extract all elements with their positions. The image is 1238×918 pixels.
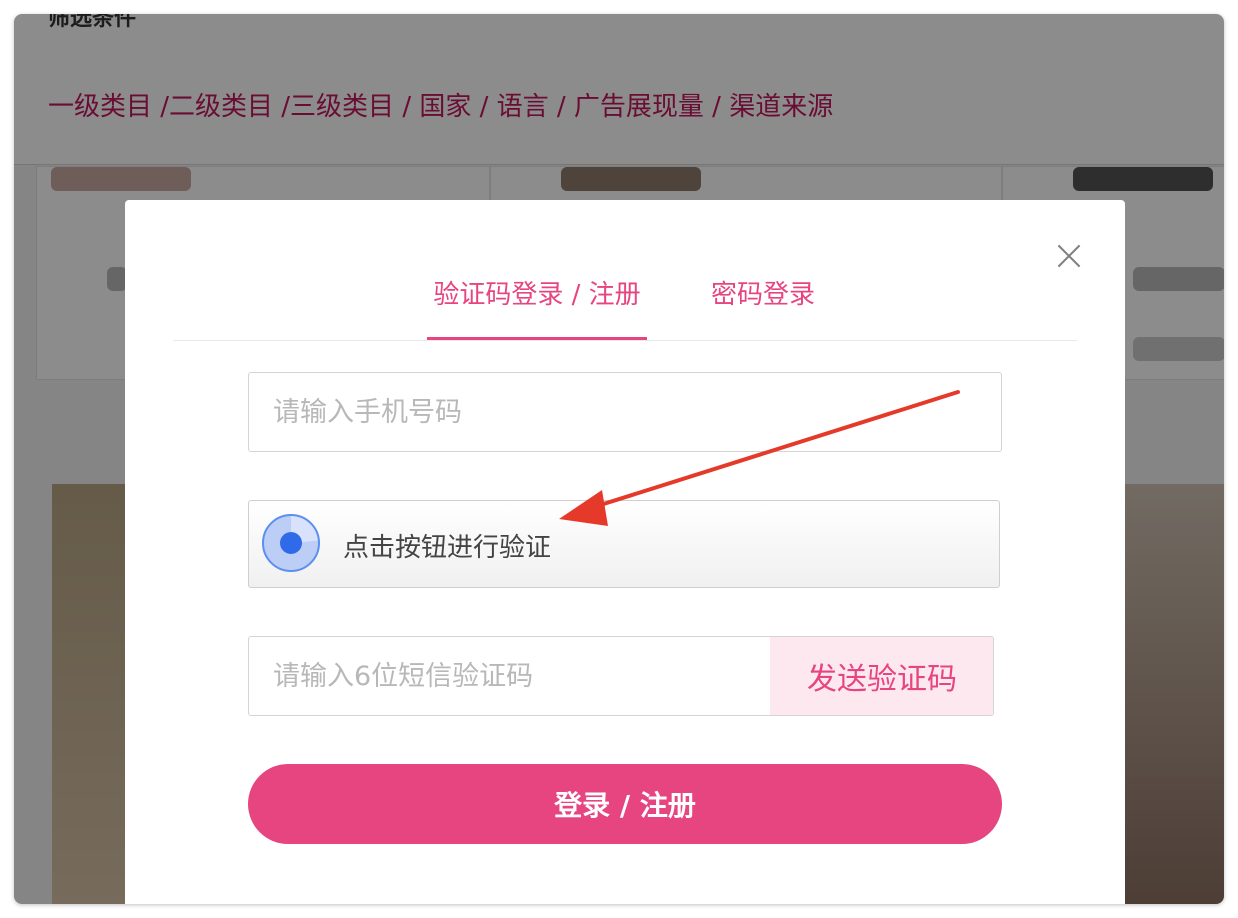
captcha-verify-icon [262,514,320,572]
captcha-verify-button[interactable]: 点击按钮进行验证 [248,500,1000,588]
browser-window: 筛选条件 一级类目 /二级类目 /三级类目 / 国家 / 语言 / 广告展现量 … [14,14,1224,904]
verify-dot [280,532,302,554]
sms-code-group: 发送验证码 [248,636,994,716]
login-modal: 验证码登录 / 注册 密码登录 点击按钮进行验证 发送验证码 登录 / 注册 [125,200,1125,904]
send-code-button[interactable]: 发送验证码 [770,637,993,715]
sms-code-input[interactable] [249,637,769,715]
tab-sms-login[interactable]: 验证码登录 / 注册 [427,274,647,340]
verify-label: 点击按钮进行验证 [343,533,552,563]
close-icon[interactable] [1053,240,1085,272]
tab-password-login[interactable]: 密码登录 [711,274,815,340]
login-register-button[interactable]: 登录 / 注册 [248,764,1002,844]
phone-input[interactable] [248,372,1002,452]
login-tabs: 验证码登录 / 注册 密码登录 [173,270,1077,341]
